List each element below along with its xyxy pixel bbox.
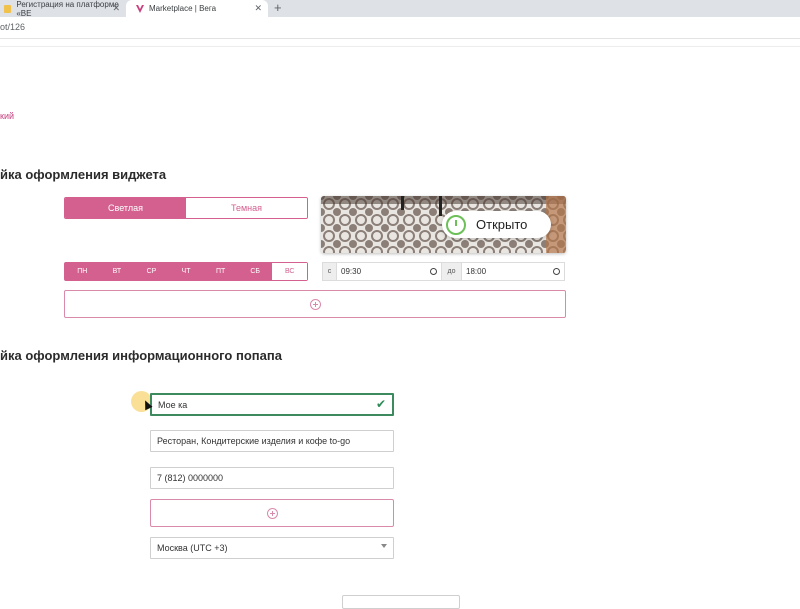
- timezone-value: Москва (UTC +3): [157, 543, 228, 553]
- browser-tab-bar: Регистрация на платформе «ВЕ ✕ Marketpla…: [0, 0, 800, 18]
- popup-section-title: йка оформления информационного попапа: [0, 348, 282, 363]
- language-link[interactable]: кий: [0, 111, 14, 121]
- add-popup-item-button[interactable]: [150, 499, 394, 527]
- close-icon[interactable]: ✕: [254, 3, 262, 14]
- bottom-button[interactable]: [342, 595, 460, 609]
- plus-circle-icon: [309, 298, 321, 310]
- day-thu[interactable]: ЧТ: [169, 263, 204, 280]
- day-mon[interactable]: ПН: [65, 263, 100, 280]
- theme-toggle: Светлая Темная: [64, 197, 308, 219]
- phone-input[interactable]: 7 (812) 0000000: [150, 467, 394, 489]
- theme-dark-button[interactable]: Темная: [186, 198, 307, 218]
- tab-title: Регистрация на платформе «ВЕ: [16, 0, 119, 18]
- checkmark-icon: ✔: [375, 397, 386, 411]
- chevron-down-icon: [381, 544, 387, 548]
- business-name-value: Мое ка: [158, 399, 188, 410]
- close-icon[interactable]: ✕: [112, 3, 120, 14]
- day-sun[interactable]: ВС: [272, 263, 308, 280]
- business-name-input[interactable]: Мое ка ✔: [150, 393, 394, 416]
- plus-icon[interactable]: +: [274, 0, 282, 16]
- clock-icon[interactable]: [430, 268, 437, 275]
- time-to-prefix: до: [442, 263, 462, 280]
- add-widget-item-button[interactable]: [64, 290, 566, 318]
- time-to-value: 18:00: [466, 267, 487, 276]
- business-category-input[interactable]: Ресторан, Кондитерские изделия и кофе to…: [150, 430, 394, 452]
- vega-favicon-icon: [136, 4, 144, 13]
- business-category-value: Ресторан, Кондитерские изделия и кофе to…: [157, 436, 351, 446]
- tab-title: Marketplace | Вега: [149, 4, 217, 13]
- time-from-prefix: с: [323, 263, 337, 280]
- day-fri[interactable]: ПТ: [203, 263, 238, 280]
- open-status-badge: Открыто: [442, 211, 551, 238]
- clock-icon: [446, 214, 466, 235]
- site-favicon-icon: [4, 4, 12, 13]
- day-sat[interactable]: СБ: [238, 263, 273, 280]
- address-bar[interactable]: ot/126: [0, 17, 800, 39]
- url-text: ot/126: [0, 22, 26, 32]
- time-from-input[interactable]: с 09:30: [322, 262, 442, 281]
- tab-registration[interactable]: Регистрация на платформе «ВЕ ✕: [0, 0, 126, 18]
- phone-value: 7 (812) 0000000: [157, 473, 224, 483]
- widget-section-title: йка оформления виджета: [0, 167, 167, 182]
- open-status-label: Открыто: [476, 217, 528, 232]
- weekday-selector: ПН ВТ СР ЧТ ПТ СБ ВС: [64, 262, 308, 281]
- tab-marketplace[interactable]: Marketplace | Вега ✕: [126, 0, 268, 17]
- day-tue[interactable]: ВТ: [100, 263, 135, 280]
- plus-circle-icon: [266, 507, 278, 519]
- clock-icon[interactable]: [553, 268, 560, 275]
- time-from-value: 09:30: [341, 267, 362, 276]
- time-to-input[interactable]: до 18:00: [441, 262, 565, 281]
- theme-light-button[interactable]: Светлая: [65, 198, 186, 218]
- timezone-select[interactable]: Москва (UTC +3): [150, 537, 394, 559]
- divider: [0, 46, 800, 47]
- day-wed[interactable]: СР: [134, 263, 169, 280]
